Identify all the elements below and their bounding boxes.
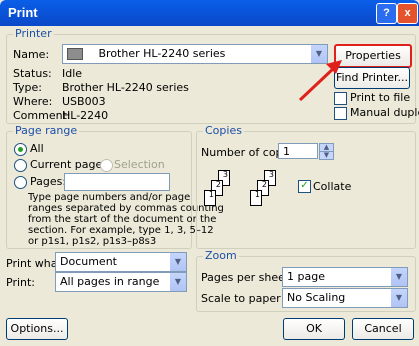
name-label: Name: — [13, 48, 50, 61]
chevron-down-icon[interactable]: ▼ — [390, 268, 407, 286]
manual-duplex-label[interactable]: Manual duplex — [350, 106, 419, 119]
chevron-down-icon[interactable]: ▼ — [390, 289, 407, 307]
help-line: from the start of the document or the — [28, 214, 217, 225]
pages-per-sheet-select[interactable]: 1 page ▼ — [282, 267, 408, 287]
current-page-label[interactable]: Current page — [30, 158, 102, 171]
scale-to-paper-select[interactable]: No Scaling ▼ — [282, 288, 408, 308]
options-button[interactable]: Options... — [6, 318, 68, 340]
manual-duplex-checkbox[interactable] — [334, 107, 347, 120]
scale-to-paper-value: No Scaling — [287, 291, 346, 304]
help-line: ranges separated by commas counting — [28, 203, 224, 214]
selection-radio — [100, 159, 113, 172]
pages-radio[interactable] — [14, 176, 27, 189]
printer-name-select[interactable]: Brother HL-2240 series ▼ — [62, 44, 328, 64]
zoom-group-label: Zoom — [203, 249, 239, 262]
pages-per-sheet-value: 1 page — [287, 270, 325, 283]
help-line: Type page numbers and/or page — [28, 192, 191, 203]
window-title: Print — [8, 5, 38, 20]
print-to-file-label[interactable]: Print to file — [350, 91, 410, 104]
find-printer-button[interactable]: Find Printer... — [334, 67, 410, 89]
where-label: Where: — [13, 95, 53, 108]
page-icon: 1 — [204, 190, 216, 206]
print-label: Print: — [6, 276, 36, 289]
print-dialog: Print ? x Printer Name: Brother HL-2240 … — [0, 0, 419, 346]
all-label[interactable]: All — [30, 142, 44, 155]
pages-label[interactable]: Pages: — [30, 175, 66, 188]
help-line: section. For example, type 1, 3, 5–12 — [28, 225, 214, 236]
selection-label: Selection — [114, 158, 165, 171]
page-range-group-label: Page range — [13, 124, 80, 137]
pages-input[interactable] — [64, 173, 170, 191]
help-line: or p1s1, p1s2, p1s3–p8s3 — [28, 236, 157, 247]
print-to-file-checkbox[interactable] — [334, 92, 347, 105]
printer-name-value: Brother HL-2240 series — [98, 47, 226, 60]
where-value: USB003 — [62, 95, 106, 108]
status-value: Idle — [62, 67, 83, 80]
chevron-down-icon[interactable]: ▼ — [169, 273, 186, 291]
type-label: Type: — [13, 81, 42, 94]
help-button[interactable]: ? — [376, 3, 397, 24]
copies-input[interactable]: 1 — [278, 143, 318, 159]
printer-icon — [67, 48, 83, 60]
page-range-help-text: Type page numbers and/or page ranges sep… — [28, 192, 224, 247]
spin-down-icon[interactable]: ▼ — [319, 151, 334, 160]
chevron-down-icon[interactable]: ▼ — [310, 45, 327, 63]
print-select[interactable]: All pages in range ▼ — [55, 272, 187, 292]
copies-group-label: Copies — [203, 124, 244, 137]
printer-group-label: Printer — [13, 27, 54, 40]
page-icon: 1 — [250, 190, 262, 206]
current-page-radio[interactable] — [14, 159, 27, 172]
close-button[interactable]: x — [397, 3, 418, 24]
print-what-value: Document — [60, 255, 117, 268]
comment-value: HL-2240 — [62, 109, 109, 122]
chevron-down-icon[interactable]: ▼ — [169, 253, 186, 271]
print-what-select[interactable]: Document ▼ — [55, 252, 187, 272]
pages-per-sheet-label: Pages per sheet: — [201, 271, 293, 284]
collate-checkbox[interactable]: ✓ — [298, 180, 311, 193]
title-bar[interactable]: Print ? x — [0, 0, 419, 26]
collate-label[interactable]: Collate — [313, 180, 351, 193]
properties-button[interactable]: Properties — [334, 44, 412, 68]
type-value: Brother HL-2240 series — [62, 81, 189, 94]
ok-button[interactable]: OK — [283, 318, 345, 340]
print-value: All pages in range — [60, 275, 160, 288]
status-label: Status: — [13, 67, 52, 80]
cancel-button[interactable]: Cancel — [352, 318, 414, 340]
all-radio[interactable] — [14, 143, 27, 156]
